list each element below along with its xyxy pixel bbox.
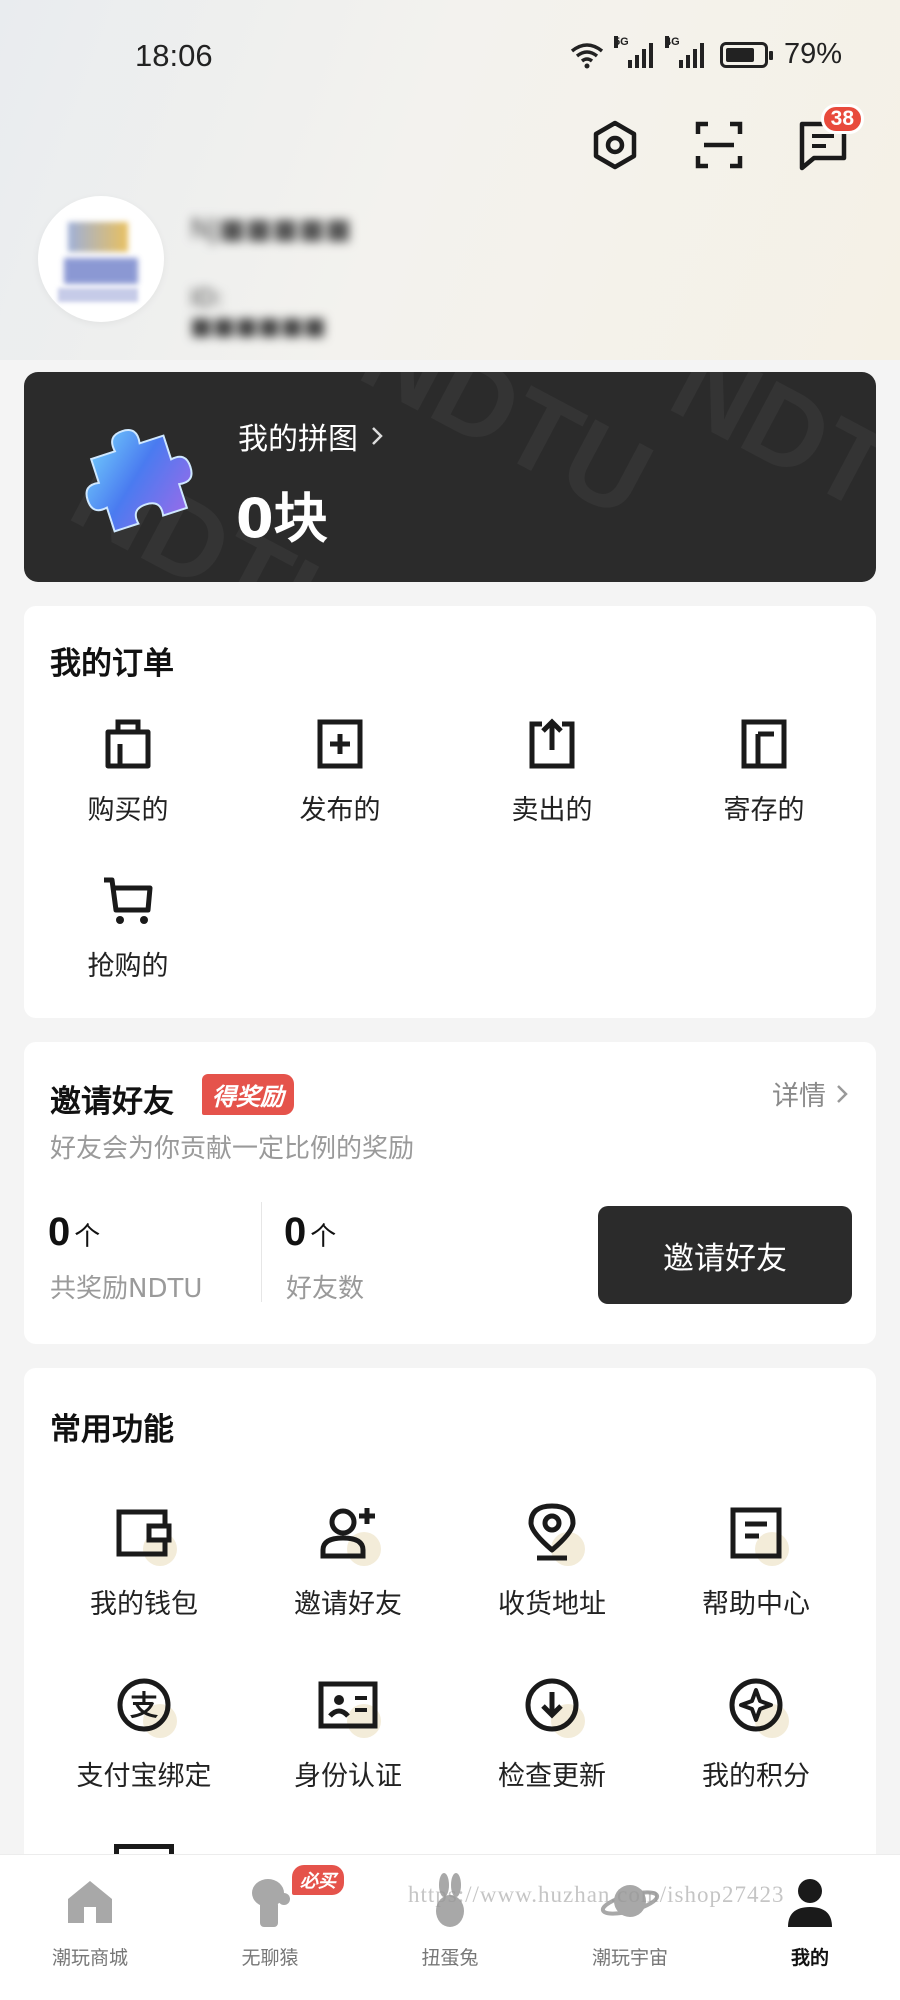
status-time: 18:06 — [135, 38, 213, 73]
order-purchased[interactable]: 购买的 — [38, 714, 218, 827]
invite-subtitle: 好友会为你贡献一定比例的奖励 — [50, 1134, 415, 1164]
function-identity[interactable]: 身份认证 — [248, 1670, 448, 1793]
wifi-icon — [570, 42, 604, 68]
id-card-icon — [318, 1681, 378, 1729]
header-actions: 38 — [588, 104, 864, 172]
function-invite[interactable]: 邀请好友 — [248, 1498, 448, 1621]
signal-5g-icon: 5G — [613, 35, 653, 68]
message-count-badge: 38 — [820, 104, 864, 134]
battery-percent: 79% — [783, 38, 842, 70]
must-buy-badge: 必买 — [292, 1865, 344, 1895]
help-doc-icon — [730, 1507, 782, 1559]
publish-icon — [317, 719, 363, 769]
sold-icon — [529, 718, 575, 769]
invite-friends-button[interactable]: 邀请好友 — [598, 1206, 852, 1304]
shopping-bag-icon — [105, 719, 151, 769]
stat-divider — [261, 1202, 262, 1302]
points-icon — [729, 1678, 783, 1732]
puzzle-piece-icon — [85, 429, 193, 533]
puzzle-title: 我的拼图 — [238, 414, 384, 458]
puzzle-count: 0块 — [236, 487, 328, 550]
ape-icon — [252, 1879, 290, 1927]
function-update[interactable]: 检查更新 — [452, 1670, 652, 1793]
settings-button[interactable] — [588, 118, 642, 172]
function-alipay[interactable]: 支 支付宝绑定 — [44, 1670, 244, 1793]
invite-title: 邀请好友 — [50, 1084, 174, 1120]
function-address[interactable]: 收货地址 — [452, 1498, 652, 1621]
functions-card: 常用功能 我的钱包 邀请好友 收货地址 帮助中心 支 支付宝绑定 身份认证 检查… — [24, 1368, 876, 1888]
functions-title: 常用功能 — [50, 1412, 174, 1448]
add-friend-icon — [320, 1508, 375, 1559]
home-icon — [68, 1881, 112, 1923]
friends-label: 好友数 — [286, 1274, 365, 1304]
chevron-right-icon — [837, 1084, 848, 1103]
order-flash-sale[interactable]: 抢购的 — [38, 870, 218, 983]
status-indicators: 5G 4G 79% — [570, 35, 842, 71]
storage-icon — [741, 719, 787, 769]
reward-label: 共奖励NDTU — [50, 1274, 203, 1304]
puzzle-card[interactable]: NDTU NDTU NDTU 我的拼图 0块 — [24, 372, 876, 582]
update-icon — [525, 1678, 579, 1732]
order-stored[interactable]: 寄存的 — [674, 714, 854, 827]
function-partial-icon — [114, 1844, 174, 1854]
cart-icon — [104, 877, 153, 924]
alipay-icon: 支 — [117, 1678, 171, 1732]
battery-icon — [719, 41, 773, 68]
location-icon — [528, 1503, 576, 1561]
order-published[interactable]: 发布的 — [250, 714, 430, 827]
messages-button[interactable]: 38 — [796, 104, 864, 172]
svg-text:支: 支 — [130, 1689, 158, 1722]
reward-count: 0个 — [48, 1210, 101, 1254]
scan-icon — [695, 121, 743, 169]
hexagon-settings-icon — [593, 120, 637, 170]
scan-button[interactable] — [692, 118, 746, 172]
invite-card: 邀请好友 得奖励 详情 好友会为你贡献一定比例的奖励 0个 共奖励NDTU 0个… — [24, 1042, 876, 1344]
profile-icon — [788, 1879, 832, 1927]
function-wallet[interactable]: 我的钱包 — [44, 1498, 244, 1621]
function-help[interactable]: 帮助中心 — [656, 1498, 856, 1621]
order-sold[interactable]: 卖出的 — [462, 714, 642, 827]
url-watermark: https://www.huzhan.com/ishop27423 — [408, 1882, 785, 1907]
bottom-nav: 潮玩商城 无聊猿 必买 扭蛋兔 潮玩宇宙 我的 — [0, 1854, 900, 2000]
user-id: ID: ■■■■■■ — [190, 284, 327, 340]
battery-level-fill — [725, 47, 755, 62]
orders-title: 我的订单 — [50, 646, 174, 682]
puzzle-watermark: NDTU — [652, 372, 876, 573]
status-bar: 18:06 5G 4G 79% — [0, 30, 900, 84]
wallet-icon — [116, 1509, 172, 1557]
friends-count: 0个 — [284, 1210, 337, 1254]
signal-4g-icon: 4G — [664, 35, 704, 68]
reward-tag: 得奖励 — [202, 1074, 294, 1115]
nav-mall[interactable]: 潮玩商城 — [15, 1871, 165, 1970]
function-points[interactable]: 我的积分 — [656, 1670, 856, 1793]
username: NJ■■■■■ — [190, 212, 352, 245]
invite-detail-link[interactable]: 详情 — [772, 1074, 848, 1113]
avatar[interactable] — [38, 196, 164, 322]
orders-card: 我的订单 购买的 发布的 卖出的 寄存的 抢购的 — [24, 606, 876, 1018]
puzzle-watermark: NDTU — [342, 372, 671, 543]
chevron-right-icon — [372, 427, 383, 445]
